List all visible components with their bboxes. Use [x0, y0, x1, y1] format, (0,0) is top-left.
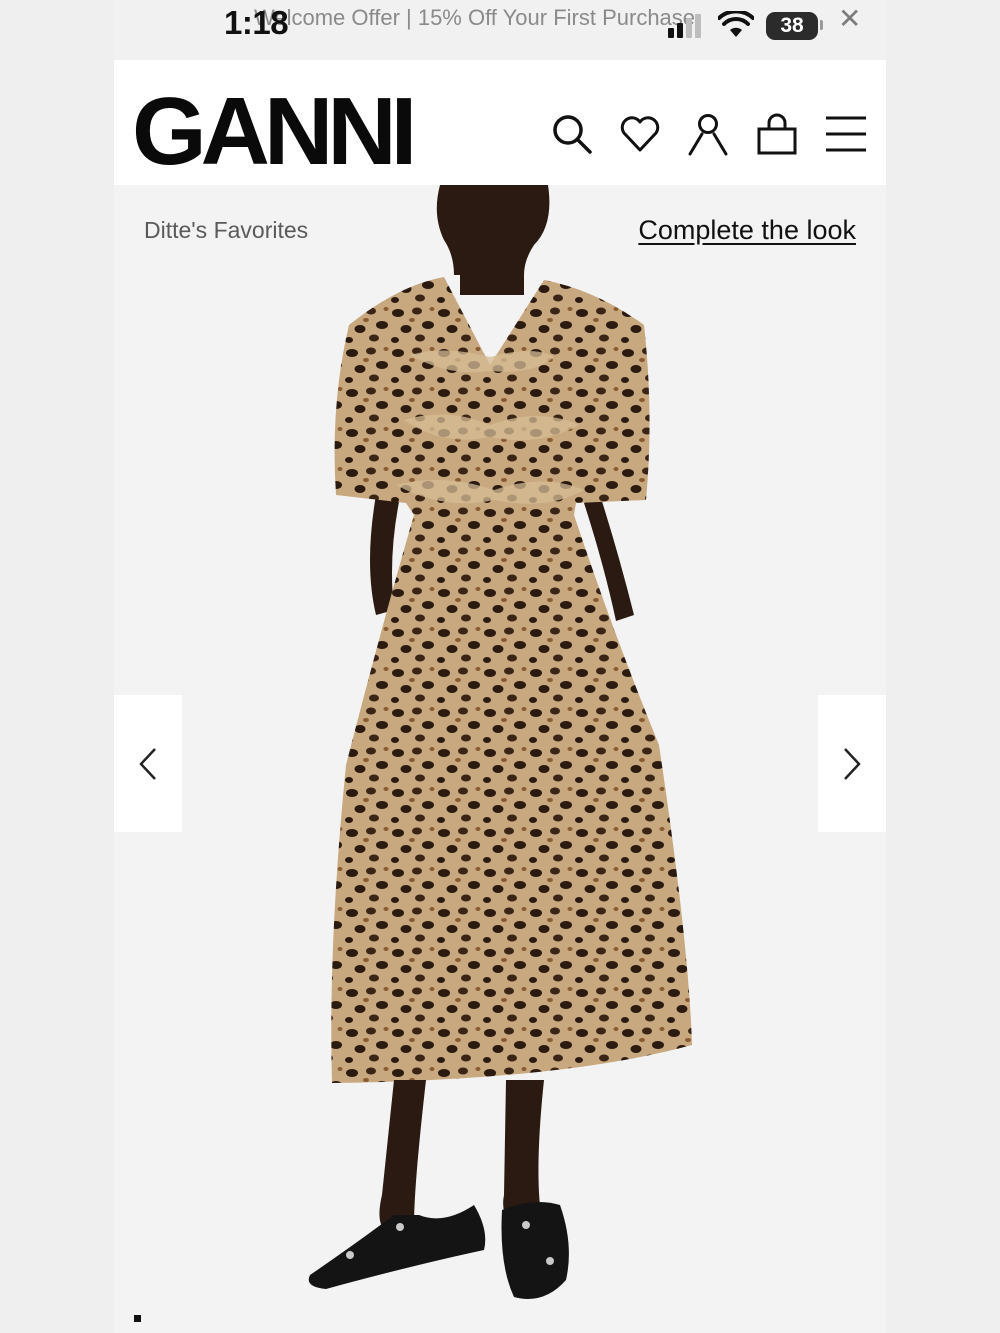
frame-right — [886, 0, 1000, 1333]
next-image-button[interactable] — [818, 695, 886, 832]
brand-logo[interactable]: GANNI — [132, 82, 417, 182]
promo-banner-text[interactable]: Welcome Offer | 15% Off Your First Purch… — [254, 5, 695, 31]
bag-icon[interactable] — [755, 112, 799, 156]
account-icon[interactable] — [686, 112, 730, 156]
prev-image-button[interactable] — [114, 695, 182, 832]
complete-the-look-link[interactable]: Complete the look — [638, 215, 856, 246]
battery-icon: 38 — [766, 12, 818, 40]
status-time: 1:18 — [224, 4, 289, 41]
close-icon[interactable]: ✕ — [838, 2, 861, 35]
collection-label: Ditte's Favorites — [144, 217, 309, 243]
menu-icon[interactable] — [824, 112, 868, 156]
chevron-left-icon — [139, 747, 156, 780]
status-bar: Welcome Offer | 15% Off Your First Purch… — [0, 0, 1000, 60]
site-header: GANNI — [114, 60, 886, 185]
product-image-carousel[interactable]: Ditte's Favorites Complete the look — [114, 185, 886, 1333]
frame-left — [0, 0, 114, 1333]
chevron-right-icon — [844, 747, 861, 780]
battery-tip — [820, 20, 823, 30]
heart-icon[interactable] — [618, 112, 662, 156]
wifi-icon — [718, 11, 754, 37]
signal-icon — [668, 14, 701, 38]
product-image — [308, 185, 692, 1299]
search-icon[interactable] — [550, 112, 594, 156]
carousel-indicator — [134, 1315, 141, 1322]
